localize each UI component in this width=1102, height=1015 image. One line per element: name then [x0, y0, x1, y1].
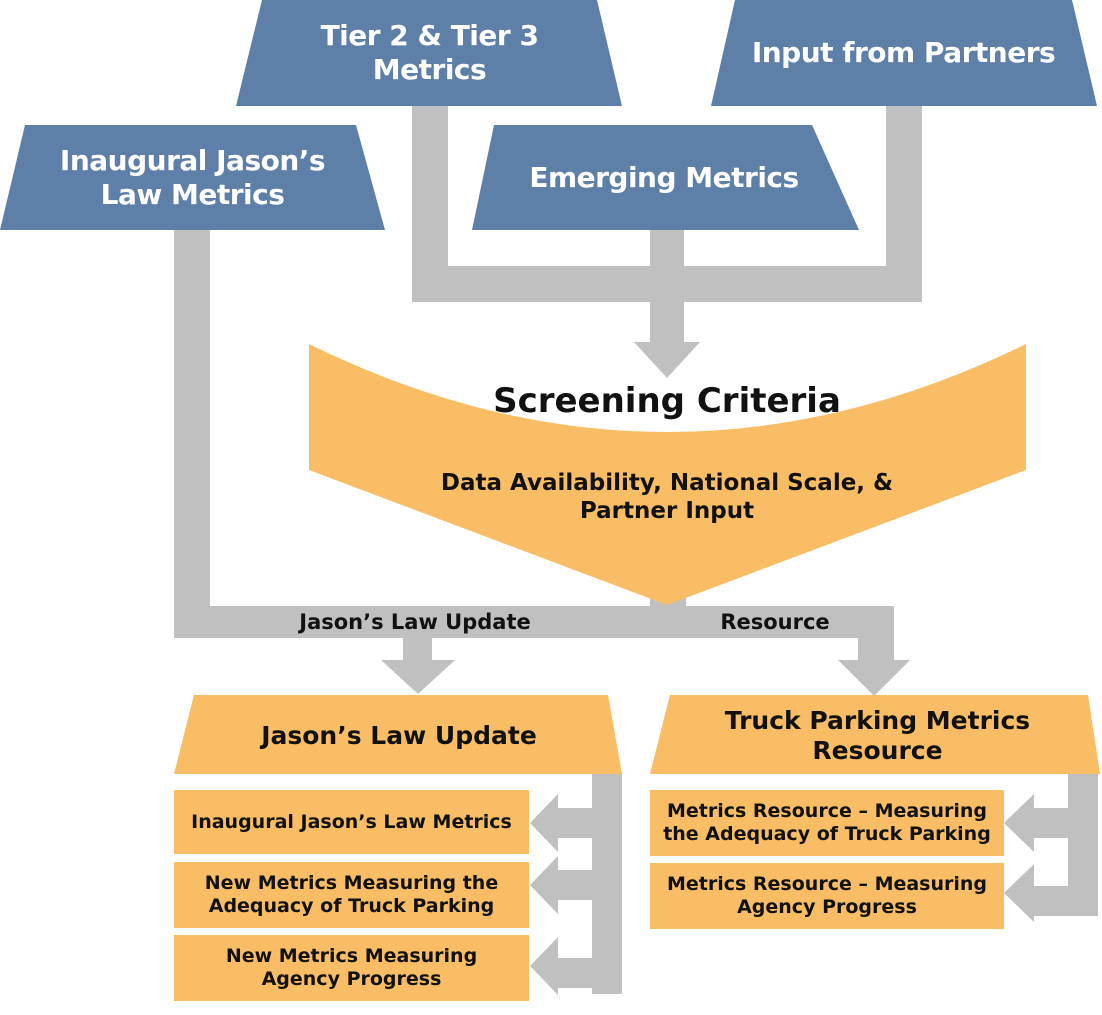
arrow-left-r2	[1004, 864, 1034, 922]
item-new-metrics-adequacy: New Metrics Measuring the Adequacy of Tr…	[204, 872, 499, 917]
label-inaugural-metrics: Inaugural Jason’s Law Metrics	[59, 144, 326, 211]
title-jasons-law-update: Jason’s Law Update	[261, 721, 537, 750]
item-resource-agency-progress: Metrics Resource – Measuring Agency Prog…	[666, 873, 988, 918]
item-inaugural-metrics: Inaugural Jason’s Law Metrics	[191, 810, 512, 833]
screening-title: Screening Criteria	[493, 380, 841, 421]
bracket-arm-3	[556, 958, 622, 988]
label-input-from-partners: Input from Partners	[751, 36, 1056, 70]
arrow-left-3	[530, 937, 558, 995]
connector-label-jasons-law-update: Jason’s Law Update	[299, 610, 531, 635]
connector-label-resource: Resource	[720, 610, 830, 635]
bracket-arm-1	[556, 808, 622, 838]
bracket-arm-r2	[1030, 886, 1098, 916]
arrow-left-r1	[1004, 794, 1034, 852]
label-emerging-metrics: Emerging Metrics	[529, 161, 799, 195]
arrow-to-jasons-law-update	[381, 636, 455, 694]
item-new-metrics-agency-progress: New Metrics Measuring Agency Progress	[225, 945, 478, 990]
bracket-arm-2	[556, 870, 622, 900]
arrow-left-1	[530, 794, 558, 852]
connector-merge-bar	[412, 266, 922, 302]
item-resource-adequacy: Metrics Resource – Measuring the Adequac…	[663, 800, 991, 845]
arrow-left-2	[530, 856, 558, 914]
bracket-arm-r1	[1030, 808, 1098, 838]
arrow-to-resource	[838, 638, 910, 696]
label-tier-metrics: Tier 2 & Tier 3 Metrics	[320, 19, 539, 86]
title-truck-parking-resource: Truck Parking Metrics Resource	[724, 706, 1031, 765]
arrow-into-screening	[634, 300, 700, 378]
connector-emerging	[650, 228, 684, 268]
connector-inaugural	[174, 230, 210, 638]
screening-criteria: Data Availability, National Scale, & Par…	[440, 470, 894, 524]
